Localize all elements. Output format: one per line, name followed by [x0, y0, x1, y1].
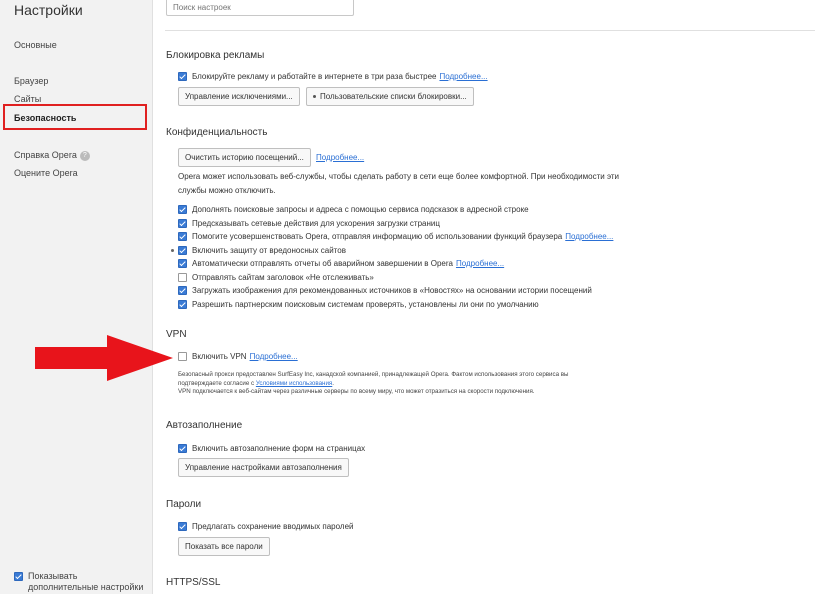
checkbox-passwords[interactable]: [178, 522, 187, 531]
vpn-note-line-3: VPN подключается к веб-сайтам через разл…: [178, 388, 535, 395]
option-label: Помогите усовершенствовать Opera, отправ…: [192, 232, 563, 241]
custom-blocklists-label: Пользовательские списки блокировки...: [320, 92, 467, 101]
option-label: Автоматически отправлять отчеты об авари…: [192, 259, 453, 268]
passwords-option[interactable]: Предлагать сохранение вводимых паролей: [178, 522, 353, 531]
terms-of-use-link[interactable]: Условиями использования: [256, 380, 332, 387]
sidebar-item-help[interactable]: Справка Opera?: [14, 150, 90, 161]
checkbox-autofill[interactable]: [178, 444, 187, 453]
option-label: Предлагать сохранение вводимых паролей: [192, 522, 354, 531]
vpn-note-line-2: подтверждаете согласие с: [178, 379, 255, 387]
sidebar-item-browser[interactable]: Браузер: [14, 76, 48, 86]
privacy-option[interactable]: Дополнять поисковые запросы и адреса с п…: [178, 205, 529, 214]
privacy-option[interactable]: Разрешить партнерским поисковым системам…: [178, 300, 539, 309]
checkbox[interactable]: [178, 286, 187, 295]
checkbox[interactable]: [178, 246, 187, 255]
sidebar-item-help-label: Справка Opera: [14, 150, 77, 160]
show-passwords-button[interactable]: Показать все пароли: [178, 537, 270, 556]
option-label: Дополнять поисковые запросы и адреса с п…: [192, 205, 529, 214]
search-input[interactable]: [166, 0, 354, 16]
autofill-option[interactable]: Включить автозаполнение форм на страница…: [178, 444, 365, 453]
vpn-note-line-1: Безопасный прокси предоставлен SurfEasy …: [178, 371, 569, 378]
section-title-autofill: Автозаполнение: [166, 420, 243, 431]
advanced-checkbox[interactable]: [14, 572, 23, 581]
custom-blocklists-button[interactable]: Пользовательские списки блокировки...: [306, 87, 474, 106]
checkbox[interactable]: [178, 205, 187, 214]
vpn-note: Безопасный прокси предоставлен SurfEasy …: [178, 371, 569, 395]
privacy-description-line-1: Opera может использовать веб-службы, что…: [178, 172, 619, 181]
checkbox[interactable]: [178, 259, 187, 268]
section-title-https: HTTPS/SSL: [166, 577, 221, 588]
bullet-icon: [171, 249, 174, 252]
help-icon: ?: [79, 150, 90, 161]
ads-block-option[interactable]: Блокируйте рекламу и работайте в интерне…: [178, 72, 488, 81]
manage-autofill-button[interactable]: Управление настройками автозаполнения: [178, 458, 349, 477]
privacy-description-line-2: службы можно отключить.: [178, 186, 276, 195]
show-advanced-settings[interactable]: Показывать дополнительные настройки: [14, 571, 149, 593]
privacy-option[interactable]: Включить защиту от вредоносных сайтов: [178, 246, 346, 255]
privacy-option[interactable]: Предсказывать сетевые действия для ускор…: [178, 219, 440, 228]
selection-highlight-box: [3, 104, 147, 130]
option-label: Загружать изображения для рекомендованны…: [192, 286, 592, 295]
sidebar-item-basic[interactable]: Основные: [14, 40, 57, 50]
checkbox-ads[interactable]: [178, 72, 187, 81]
privacy-option[interactable]: Автоматически отправлять отчеты об авари…: [178, 259, 504, 268]
crash-report-more-link[interactable]: Подробнее...: [456, 259, 504, 268]
option-label: Включить автозаполнение форм на страница…: [192, 444, 366, 453]
option-label: Отправлять сайтам заголовок «Не отслежив…: [192, 273, 374, 282]
red-arrow-icon: [35, 335, 173, 381]
privacy-description: Opera может использовать веб-службы, что…: [178, 170, 619, 198]
option-label: Разрешить партнерским поисковым системам…: [192, 300, 539, 309]
settings-title: Настройки: [14, 2, 83, 18]
option-label: Включить защиту от вредоносных сайтов: [192, 246, 346, 255]
manage-exceptions-button[interactable]: Управление исключениями...: [178, 87, 300, 106]
privacy-option[interactable]: Отправлять сайтам заголовок «Не отслежив…: [178, 273, 374, 282]
dot-icon: [313, 95, 316, 99]
usage-more-link[interactable]: Подробнее...: [565, 232, 613, 241]
clear-history-button[interactable]: Очистить историю посещений...: [178, 148, 311, 167]
checkbox[interactable]: [178, 273, 187, 282]
option-label: Предсказывать сетевые действия для ускор…: [192, 219, 440, 228]
option-label: Блокируйте рекламу и работайте в интерне…: [192, 72, 437, 81]
advanced-label: Показывать дополнительные настройки: [28, 571, 144, 592]
checkbox[interactable]: [178, 232, 187, 241]
checkbox[interactable]: [178, 219, 187, 228]
privacy-option[interactable]: Загружать изображения для рекомендованны…: [178, 286, 592, 295]
vpn-more-link[interactable]: Подробнее...: [250, 352, 298, 361]
section-title-ads: Блокировка рекламы: [166, 50, 265, 61]
vpn-label: Включить VPN: [192, 352, 247, 361]
checkbox-vpn[interactable]: [178, 352, 187, 361]
vpn-option[interactable]: Включить VPN Подробнее...: [178, 352, 298, 361]
sidebar-item-rate[interactable]: Оцените Opera: [14, 168, 78, 178]
divider: [165, 30, 815, 31]
settings-content: Блокировка рекламы Блокируйте рекламу и …: [153, 0, 815, 594]
section-title-passwords: Пароли: [166, 499, 202, 510]
ads-more-link[interactable]: Подробнее...: [439, 72, 487, 81]
privacy-more-link[interactable]: Подробнее...: [316, 153, 364, 162]
section-title-privacy: Конфиденциальность: [166, 127, 268, 138]
sidebar-item-sites[interactable]: Сайты: [14, 94, 41, 104]
checkbox[interactable]: [178, 300, 187, 309]
privacy-option[interactable]: Помогите усовершенствовать Opera, отправ…: [178, 232, 613, 241]
sidebar: Настройки Основные Браузер Сайты Безопас…: [0, 0, 153, 594]
